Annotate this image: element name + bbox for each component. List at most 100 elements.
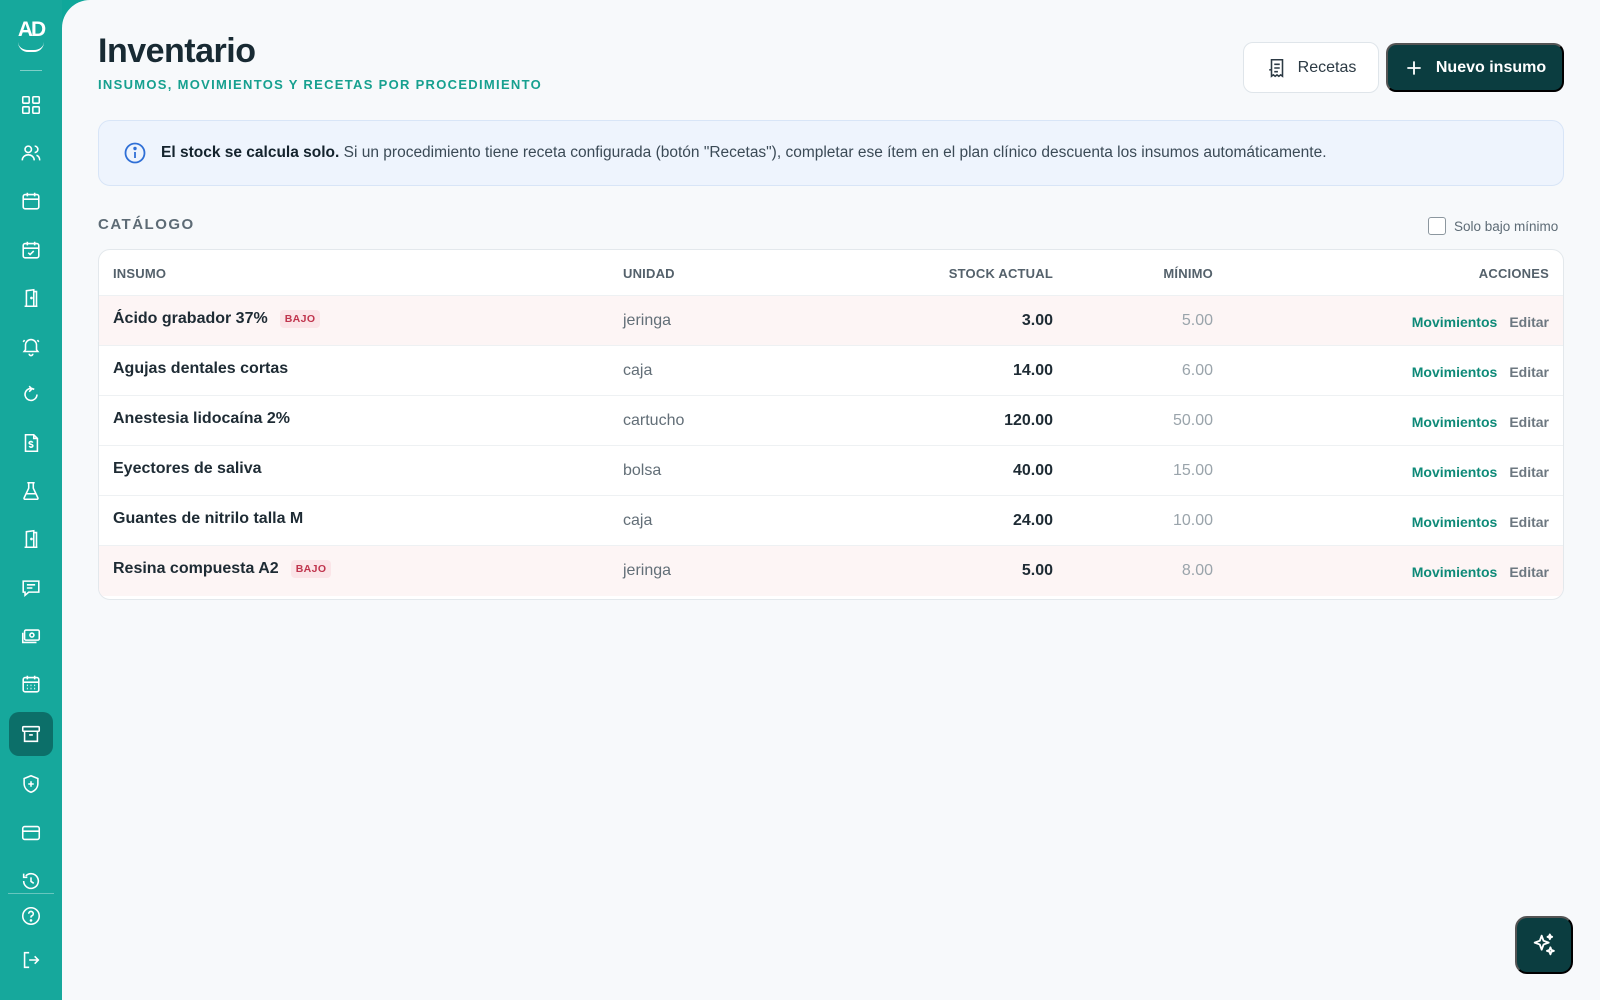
cell-stock: 120.00: [1004, 412, 1053, 429]
sidebar-item-help[interactable]: [9, 894, 53, 938]
table-body: Ácido grabador 37% BAJO jeringa 3.00 5.0…: [99, 296, 1563, 596]
low-stock-filter[interactable]: Solo bajo mínimo: [1428, 217, 1558, 235]
credit-card-icon: [21, 825, 41, 841]
cell-unidad: caja: [623, 512, 653, 529]
editar-link[interactable]: Editar: [1509, 514, 1549, 530]
cell-insumo: Agujas dentales cortas: [113, 360, 288, 378]
flask-icon: [23, 481, 39, 501]
cell-insumo: Guantes de nitrilo talla M: [113, 510, 303, 528]
sidebar-item-logout[interactable]: [9, 938, 53, 982]
movimientos-link[interactable]: Movimientos: [1412, 314, 1498, 330]
sidebar-item-calendar[interactable]: [9, 179, 53, 223]
cell-unidad: caja: [623, 362, 653, 379]
info-bold: El stock se calcula solo.: [161, 144, 340, 161]
low-stock-badge: BAJO: [290, 560, 332, 578]
insumo-name: Ácido grabador 37%: [113, 310, 268, 327]
sidebar-item-dashboard[interactable]: [9, 83, 53, 127]
invoice-icon: [24, 433, 39, 453]
cell-stock: 3.00: [1021, 312, 1053, 329]
editar-link[interactable]: Editar: [1509, 414, 1549, 430]
info-text: El stock se calcula solo. Si un procedim…: [161, 144, 1327, 162]
low-stock-badge: BAJO: [279, 310, 321, 328]
section-label: CATÁLOGO: [98, 216, 195, 233]
table-row: Ácido grabador 37% BAJO jeringa 3.00 5.0…: [99, 296, 1563, 346]
sidebar: AD: [0, 0, 62, 1000]
grid-icon: [21, 95, 41, 115]
movimientos-link[interactable]: Movimientos: [1412, 414, 1498, 430]
nuevo-insumo-label: Nuevo insumo: [1435, 58, 1547, 76]
app-logo[interactable]: AD: [14, 18, 48, 52]
col-minimo: MÍNIMO: [1163, 266, 1213, 281]
cell-minimo: 10.00: [1172, 512, 1213, 529]
sidebar-item-patients[interactable]: [9, 131, 53, 175]
nuevo-insumo-button[interactable]: Nuevo insumo: [1386, 43, 1564, 92]
inventory-table: INSUMO UNIDAD STOCK ACTUAL MÍNIMO ACCION…: [98, 249, 1564, 600]
table-row: Anestesia lidocaína 2% cartucho 120.00 5…: [99, 396, 1563, 446]
calendar-grid-icon: [22, 675, 40, 693]
insumo-name: Guantes de nitrilo talla M: [113, 510, 304, 527]
main-content: Inventario INSUMOS, MOVIMIENTOS Y RECETA…: [62, 0, 1600, 1000]
sidebar-item-lab[interactable]: [9, 469, 53, 513]
recetas-button[interactable]: Recetas: [1243, 42, 1379, 93]
movimientos-link[interactable]: Movimientos: [1412, 564, 1498, 580]
sidebar-item-cards[interactable]: [9, 811, 53, 855]
sidebar-item-insurance[interactable]: [9, 762, 53, 806]
movimientos-link[interactable]: Movimientos: [1412, 464, 1498, 480]
cell-acciones: Movimientos Editar: [1412, 314, 1549, 330]
sidebar-item-payments[interactable]: [9, 614, 53, 658]
plus-icon: [1407, 60, 1421, 75]
low-stock-checkbox[interactable]: [1428, 217, 1446, 235]
insumo-name: Agujas dentales cortas: [113, 360, 289, 377]
cell-acciones: Movimientos Editar: [1412, 564, 1549, 580]
sidebar-item-appointments[interactable]: [9, 228, 53, 272]
table-row: Resina compuesta A2 BAJO jeringa 5.00 8.…: [99, 546, 1563, 596]
bell-icon: [22, 338, 40, 357]
cell-unidad: jeringa: [623, 562, 672, 579]
insumo-name: Eyectores de saliva: [113, 460, 262, 477]
editar-link[interactable]: Editar: [1509, 564, 1549, 580]
page-subtitle: INSUMOS, MOVIMIENTOS Y RECETAS POR PROCE…: [98, 77, 543, 92]
cell-unidad: jeringa: [623, 312, 672, 329]
editar-link[interactable]: Editar: [1509, 364, 1549, 380]
sidebar-item-offices[interactable]: [9, 517, 53, 561]
cell-stock: 40.00: [1012, 462, 1053, 479]
cell-stock: 24.00: [1012, 512, 1053, 529]
calendar-check-icon: [22, 241, 40, 259]
calendar-icon: [22, 192, 40, 210]
sparkles-icon: [1533, 933, 1555, 956]
sidebar-item-alerts[interactable]: [9, 324, 53, 368]
cell-acciones: Movimientos Editar: [1412, 414, 1549, 430]
sidebar-item-messages[interactable]: [9, 566, 53, 610]
col-unidad: UNIDAD: [623, 266, 675, 281]
editar-link[interactable]: Editar: [1509, 464, 1549, 480]
sidebar-item-rooms[interactable]: [9, 276, 53, 320]
door-icon: [24, 288, 38, 308]
sidebar-item-inventory[interactable]: [9, 712, 53, 756]
cell-minimo: 6.00: [1181, 362, 1213, 379]
cell-insumo: Eyectores de saliva: [113, 460, 262, 478]
cell-acciones: Movimientos Editar: [1412, 464, 1549, 480]
cell-stock: 5.00: [1021, 562, 1053, 579]
cell-insumo: Resina compuesta A2 BAJO: [113, 560, 332, 578]
movimientos-link[interactable]: Movimientos: [1412, 514, 1498, 530]
editar-link[interactable]: Editar: [1509, 314, 1549, 330]
sidebar-item-schedule[interactable]: [9, 662, 53, 706]
sidebar-item-billing[interactable]: [9, 421, 53, 465]
info-icon: [124, 142, 146, 164]
logout-icon: [23, 951, 40, 969]
info-body: Si un procedimiento tiene receta configu…: [339, 144, 1327, 161]
users-icon: [21, 145, 41, 161]
cell-acciones: Movimientos Editar: [1412, 364, 1549, 380]
table-row: Agujas dentales cortas caja 14.00 6.00 M…: [99, 346, 1563, 396]
low-stock-filter-label: Solo bajo mínimo: [1454, 218, 1559, 234]
logo-text: AD: [17, 18, 46, 41]
ai-assistant-button[interactable]: [1515, 916, 1573, 974]
history-icon: [22, 872, 40, 890]
cell-stock: 14.00: [1012, 362, 1053, 379]
insumo-name: Resina compuesta A2: [113, 560, 279, 577]
door-icon: [24, 529, 38, 549]
insumo-name: Anestesia lidocaína 2%: [113, 410, 290, 427]
info-banner: El stock se calcula solo. Si un procedim…: [98, 120, 1564, 186]
movimientos-link[interactable]: Movimientos: [1412, 364, 1498, 380]
sidebar-item-refresh[interactable]: [9, 372, 53, 416]
